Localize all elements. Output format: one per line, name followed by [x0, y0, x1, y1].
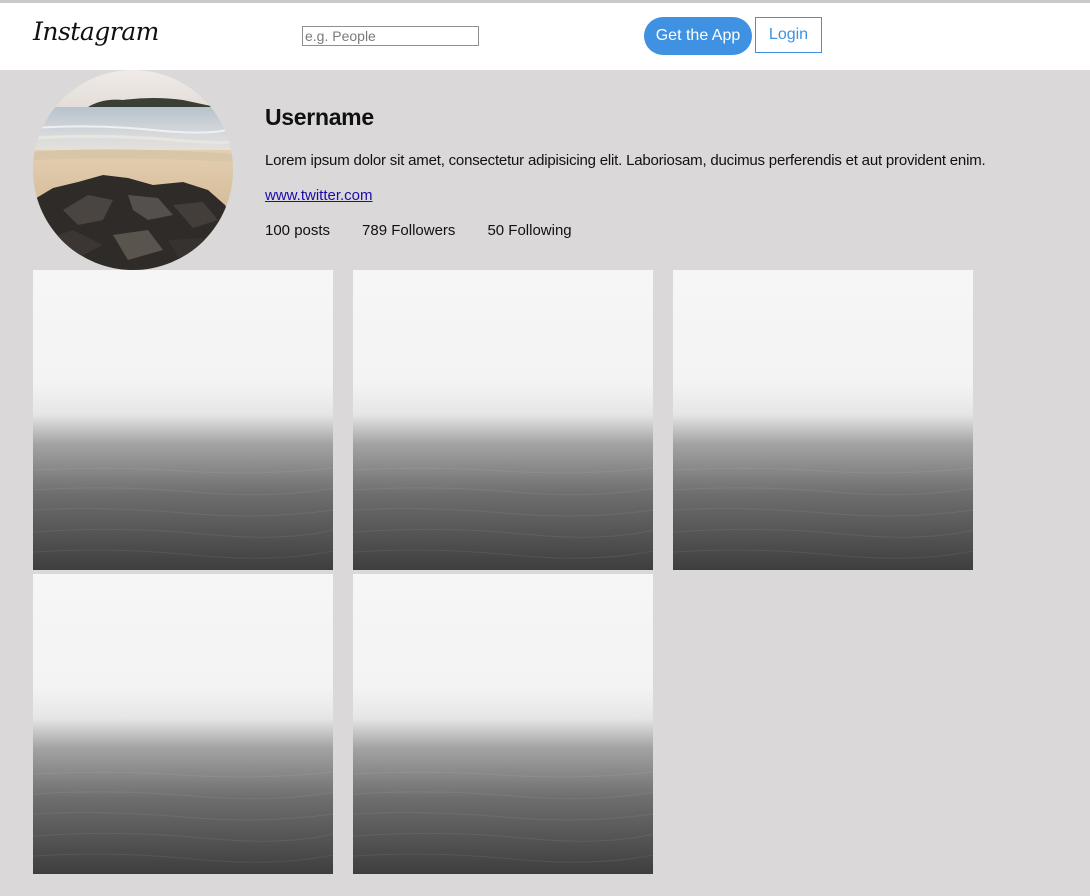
- get-the-app-button[interactable]: Get the App: [644, 17, 752, 55]
- following-count[interactable]: 50 Following: [487, 222, 571, 239]
- top-nav: Instagram Get the App Login: [0, 3, 1090, 70]
- profile-stats: 100 posts 789 Followers 50 Following: [265, 222, 604, 239]
- gallery-photo[interactable]: [353, 270, 653, 570]
- search-input[interactable]: [302, 26, 479, 46]
- followers-count[interactable]: 789 Followers: [362, 222, 455, 239]
- gallery-photo[interactable]: [33, 270, 333, 570]
- foggy-sea-photo: [33, 574, 333, 874]
- foggy-sea-photo: [353, 270, 653, 570]
- foggy-sea-photo: [353, 574, 653, 874]
- foggy-sea-photo: [673, 270, 973, 570]
- gallery-photo[interactable]: [673, 270, 973, 570]
- profile-bio: Lorem ipsum dolor sit amet, consectetur …: [265, 152, 986, 169]
- instagram-logo[interactable]: Instagram: [33, 17, 159, 46]
- profile-username: Username: [265, 104, 374, 130]
- gallery-photo[interactable]: [353, 574, 653, 874]
- posts-count[interactable]: 100 posts: [265, 222, 330, 239]
- gallery-photo[interactable]: [33, 574, 333, 874]
- login-button[interactable]: Login: [755, 17, 822, 53]
- beach-photo: [33, 70, 233, 270]
- foggy-sea-photo: [33, 270, 333, 570]
- profile-website-link[interactable]: www.twitter.com: [265, 187, 373, 204]
- profile-avatar: [33, 70, 233, 270]
